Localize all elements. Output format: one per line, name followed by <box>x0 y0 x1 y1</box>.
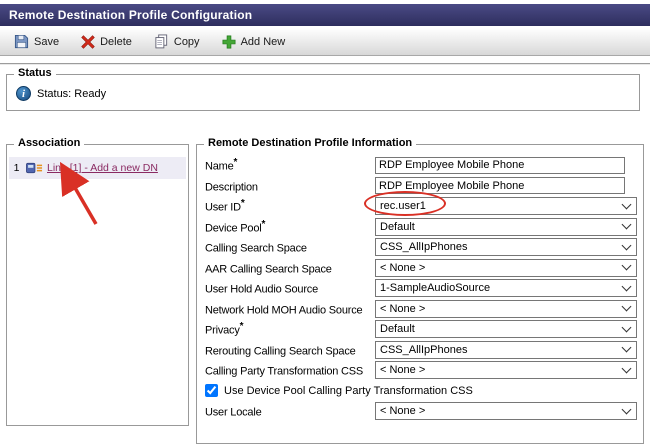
user-id-row: User ID* rec.user1 <box>205 196 635 217</box>
association-legend: Association <box>14 137 84 149</box>
rerouting-calling-search-space-select[interactable]: CSS_AllIpPhones <box>375 341 637 359</box>
privacy-select[interactable]: Default <box>375 320 637 338</box>
calling-party-transformation-css-select[interactable]: < None > <box>375 361 637 379</box>
rerouting-calling-search-space-label: Rerouting Calling Search Space <box>205 342 375 358</box>
user-locale-row: User Locale < None > <box>205 401 635 422</box>
user-hold-audio-source-row: User Hold Audio Source 1-SampleAudioSour… <box>205 278 635 299</box>
user-hold-audio-source-label: User Hold Audio Source <box>205 280 375 296</box>
association-section: Association 1 Line [1] - Add a new DN <box>6 144 189 426</box>
name-input[interactable] <box>375 157 625 174</box>
aar-calling-search-space-select[interactable]: < None > <box>375 259 637 277</box>
chevron-down-icon <box>622 302 632 312</box>
info-icon: i <box>16 86 31 101</box>
copy-button-label: Copy <box>174 36 200 48</box>
add-new-icon <box>222 35 236 49</box>
device-pool-row: Device Pool* Default <box>205 217 635 238</box>
device-pool-label: Device Pool* <box>205 219 375 235</box>
device-pool-select[interactable]: Default <box>375 218 637 236</box>
chevron-down-icon <box>622 199 632 209</box>
calling-search-space-select[interactable]: CSS_AllIpPhones <box>375 238 637 256</box>
description-input[interactable] <box>375 177 625 194</box>
status-section: Status i Status: Ready <box>6 74 640 111</box>
privacy-label: Privacy* <box>205 321 375 337</box>
delete-button[interactable]: Delete <box>70 28 143 55</box>
privacy-row: Privacy* Default <box>205 319 635 340</box>
use-device-pool-cpt-css-checkbox[interactable] <box>205 384 218 397</box>
chevron-down-icon <box>622 240 632 250</box>
description-row: Description <box>205 176 635 197</box>
add-new-dn-link[interactable]: Line [1] - Add a new DN <box>47 162 158 174</box>
association-row: 1 Line [1] - Add a new DN <box>9 157 186 179</box>
page-title: Remote Destination Profile Configuration <box>0 4 650 26</box>
use-device-pool-cpt-css-row: Use Device Pool Calling Party Transforma… <box>205 381 635 402</box>
use-device-pool-cpt-css-label: Use Device Pool Calling Party Transforma… <box>224 385 473 397</box>
line-icon <box>26 162 43 174</box>
calling-party-transformation-css-label: Calling Party Transformation CSS <box>205 362 375 378</box>
copy-icon <box>154 34 169 49</box>
user-locale-label: User Locale <box>205 403 375 419</box>
status-legend: Status <box>14 67 56 79</box>
delete-icon <box>81 35 95 49</box>
add-new-button-label: Add New <box>241 36 286 48</box>
calling-search-space-label: Calling Search Space <box>205 239 375 255</box>
association-row-number: 1 <box>11 162 22 174</box>
chevron-down-icon <box>622 343 632 353</box>
user-id-label: User ID* <box>205 198 375 214</box>
chevron-down-icon <box>622 261 632 271</box>
network-hold-moh-audio-source-label: Network Hold MOH Audio Source <box>205 301 375 317</box>
description-label: Description <box>205 178 375 194</box>
calling-search-space-row: Calling Search Space CSS_AllIpPhones <box>205 237 635 258</box>
profile-information-section: Remote Destination Profile Information N… <box>196 144 644 444</box>
aar-calling-search-space-row: AAR Calling Search Space < None > <box>205 258 635 279</box>
chevron-down-icon <box>622 220 632 230</box>
network-hold-moh-audio-source-row: Network Hold MOH Audio Source < None > <box>205 299 635 320</box>
save-button-label: Save <box>34 36 59 48</box>
user-locale-select[interactable]: < None > <box>375 402 637 420</box>
chevron-down-icon <box>622 281 632 291</box>
calling-party-transformation-css-row: Calling Party Transformation CSS < None … <box>205 360 635 381</box>
horizontal-divider <box>0 63 650 65</box>
chevron-down-icon <box>622 322 632 332</box>
aar-calling-search-space-label: AAR Calling Search Space <box>205 260 375 276</box>
network-hold-moh-audio-source-select[interactable]: < None > <box>375 300 637 318</box>
name-row: Name* <box>205 155 635 176</box>
add-new-button[interactable]: Add New <box>211 28 297 55</box>
status-text: Status: Ready <box>37 88 106 100</box>
copy-button[interactable]: Copy <box>143 28 211 55</box>
profile-information-legend: Remote Destination Profile Information <box>204 137 416 149</box>
user-id-select[interactable]: rec.user1 <box>375 197 637 215</box>
chevron-down-icon <box>622 404 632 414</box>
name-label: Name* <box>205 157 375 173</box>
toolbar: Save Delete Copy Add New <box>0 28 650 56</box>
chevron-down-icon <box>622 363 632 373</box>
save-icon <box>14 34 29 49</box>
rerouting-calling-search-space-row: Rerouting Calling Search Space CSS_AllIp… <box>205 340 635 361</box>
user-hold-audio-source-select[interactable]: 1-SampleAudioSource <box>375 279 637 297</box>
delete-button-label: Delete <box>100 36 132 48</box>
save-button[interactable]: Save <box>3 28 70 55</box>
